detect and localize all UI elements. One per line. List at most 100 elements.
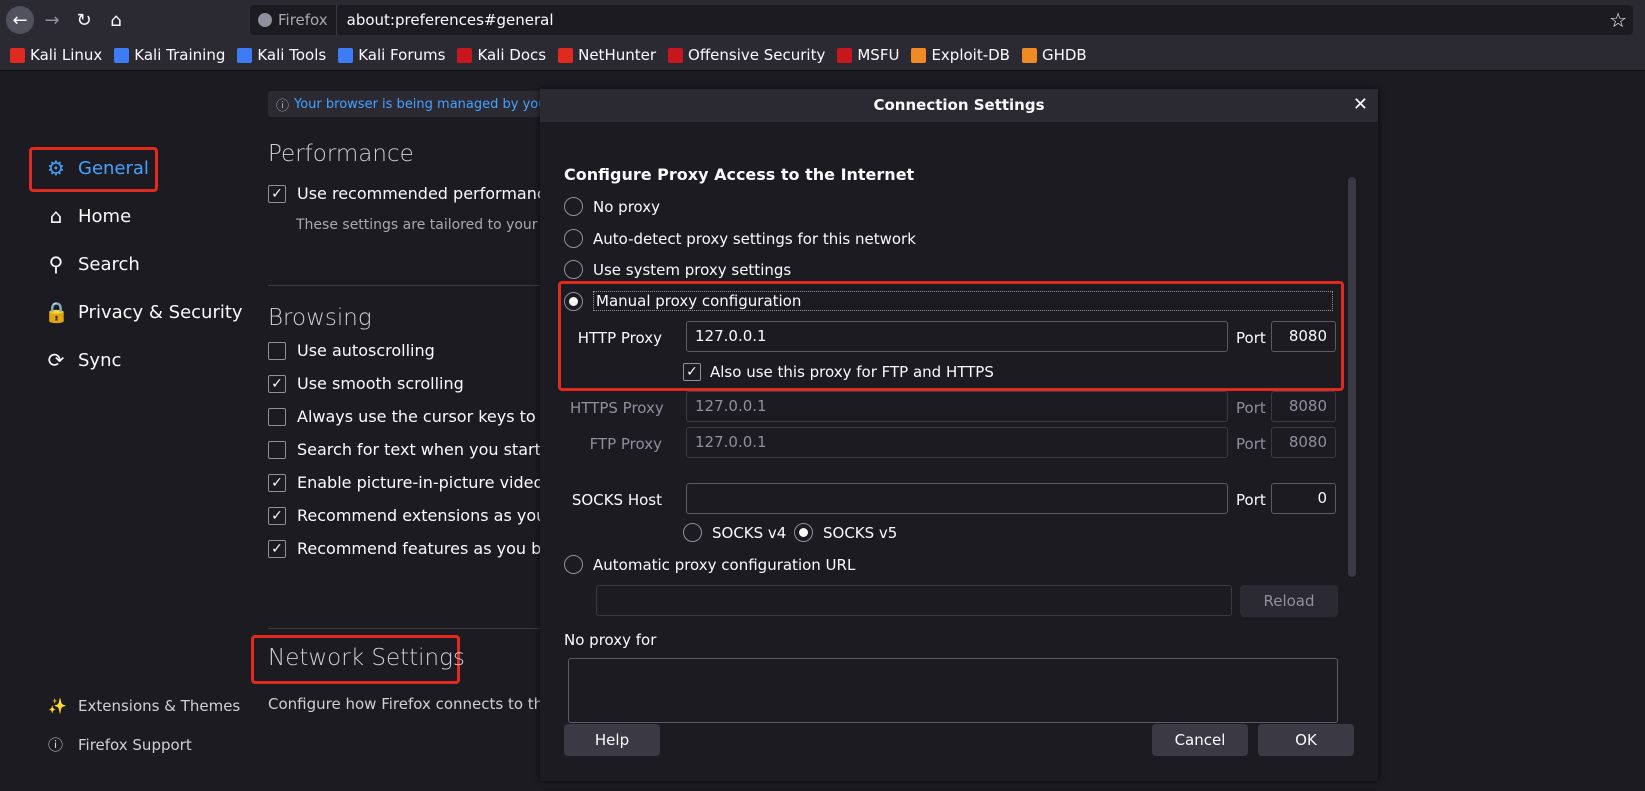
home-button[interactable]: ⌂	[102, 6, 130, 34]
http-proxy-input[interactable]: 127.0.0.1	[686, 321, 1228, 352]
managed-notice[interactable]: ⓘ Your browser is being managed by your	[268, 91, 548, 117]
performance-title: Performance	[268, 141, 414, 167]
bookmark-label: Offensive Security	[688, 46, 826, 64]
sidebar-item-label: Home	[78, 205, 132, 227]
socks-host-input[interactable]	[686, 483, 1228, 514]
browsing-option[interactable]: ✓ Recommend features as you brow	[268, 539, 570, 558]
option-label: Recommend features as you brow	[297, 539, 571, 558]
socks-v4-radio[interactable]: SOCKS v4	[683, 523, 786, 542]
back-button[interactable]: ←	[6, 6, 34, 34]
bookmark-item[interactable]: GHDB	[1021, 46, 1087, 64]
bookmark-label: GHDB	[1041, 46, 1087, 64]
bookmark-item[interactable]: NetHunter	[558, 46, 656, 64]
radio-label: Automatic proxy configuration URL	[593, 555, 856, 574]
bookmark-item[interactable]: Offensive Security	[668, 46, 825, 64]
radio-label: SOCKS v5	[823, 523, 898, 542]
checkbox[interactable]: ✓	[268, 184, 286, 203]
https-port-input[interactable]: 8080	[1271, 391, 1336, 422]
option-label: Recommend extensions as you bro	[297, 506, 578, 525]
bookmark-item[interactable]: Kali Linux	[10, 46, 102, 64]
extensions-themes-link[interactable]: ✨ Extensions & Themes	[48, 697, 240, 715]
sync-icon: ⟳	[47, 348, 65, 372]
support-label: Firefox Support	[78, 735, 192, 754]
socks-port-input[interactable]: 0	[1271, 483, 1336, 514]
browsing-option[interactable]: ✓ Recommend extensions as you bro	[268, 506, 578, 525]
checkbox[interactable]: ✓	[268, 374, 286, 393]
browsing-option[interactable]: ✓ Enable picture-in-picture video co	[268, 473, 567, 492]
bookmark-item[interactable]: Exploit-DB	[911, 46, 1010, 64]
radio[interactable]	[564, 555, 583, 574]
checkbox[interactable]: ✓	[683, 363, 701, 381]
ok-button[interactable]: OK	[1258, 724, 1354, 756]
forward-button[interactable]: →	[38, 6, 66, 34]
help-icon: ⓘ	[48, 736, 64, 754]
ftp-proxy-input[interactable]: 127.0.0.1	[686, 427, 1228, 458]
manual-proxy-radio[interactable]: Manual proxy configuration	[564, 291, 1333, 311]
help-button[interactable]: Help	[564, 724, 660, 756]
identity-box[interactable]: Firefox	[250, 5, 337, 35]
radio-label: Manual proxy configuration	[593, 291, 1333, 311]
radio[interactable]	[564, 291, 583, 311]
sidebar-item-search[interactable]: ⚲ Search	[44, 252, 140, 276]
bookmark-label: Exploit-DB	[931, 46, 1010, 64]
cancel-button[interactable]: Cancel	[1152, 724, 1248, 756]
bookmark-favicon-icon	[114, 47, 130, 63]
also-use-checkbox[interactable]: ✓ Also use this proxy for FTP and HTTPS	[683, 363, 994, 381]
bookmark-favicon-icon	[338, 47, 354, 63]
system-proxy-radio[interactable]: Use system proxy settings	[564, 260, 791, 279]
bookmark-item[interactable]: Kali Forums	[338, 46, 445, 64]
ftp-port-input[interactable]: 8080	[1271, 427, 1336, 458]
reload-button[interactable]: Reload	[1240, 585, 1338, 617]
radio[interactable]	[683, 523, 702, 542]
bookmark-item[interactable]: Kali Tools	[237, 46, 326, 64]
url-text[interactable]: about:preferences#general	[337, 11, 554, 29]
close-icon[interactable]: ✕	[1353, 94, 1368, 115]
bookmark-favicon-icon	[237, 47, 253, 63]
bookmark-item[interactable]: Kali Training	[114, 46, 225, 64]
browsing-option[interactable]: Use autoscrolling	[268, 341, 435, 360]
https-proxy-input[interactable]: 127.0.0.1	[686, 391, 1228, 422]
checkbox[interactable]	[268, 440, 286, 459]
radio[interactable]	[564, 197, 583, 216]
bookmark-label: Kali Docs	[477, 46, 547, 64]
star-icon[interactable]: ☆	[1609, 8, 1627, 32]
sidebar-item-label: Sync	[78, 349, 122, 371]
bookmark-label: Kali Tools	[257, 46, 327, 64]
sidebar-item-general[interactable]: ⚙ General	[44, 156, 149, 180]
sidebar-item-home[interactable]: ⌂ Home	[44, 204, 132, 228]
auto-url-radio[interactable]: Automatic proxy configuration URL	[564, 555, 855, 574]
radio[interactable]	[564, 229, 583, 248]
firefox-support-link[interactable]: ⓘ Firefox Support	[48, 734, 192, 755]
auto-detect-radio[interactable]: Auto-detect proxy settings for this netw…	[564, 229, 916, 248]
browsing-option[interactable]: Search for text when you start typ	[268, 440, 572, 459]
no-proxy-for-label: No proxy for	[564, 631, 657, 649]
navigation-toolbar: ← → ↻ ⌂ Firefox about:preferences#genera…	[0, 0, 1645, 40]
bookmark-item[interactable]: Kali Docs	[457, 46, 546, 64]
checkbox[interactable]	[268, 341, 286, 360]
separator	[268, 628, 548, 629]
radio[interactable]	[564, 260, 583, 279]
socks-v5-radio[interactable]: SOCKS v5	[794, 523, 897, 542]
checkbox[interactable]: ✓	[268, 473, 286, 492]
checkbox[interactable]: ✓	[268, 506, 286, 525]
sidebar-item-sync[interactable]: ⟳ Sync	[44, 348, 122, 372]
reload-button[interactable]: ↻	[70, 6, 98, 34]
performance-option[interactable]: ✓ Use recommended performance s	[268, 184, 569, 203]
url-bar[interactable]: Firefox about:preferences#general ☆	[250, 5, 1633, 35]
http-port-input[interactable]: 8080	[1271, 321, 1336, 352]
bookmark-item[interactable]: MSFU	[837, 46, 899, 64]
no-proxy-for-textarea[interactable]	[568, 658, 1338, 723]
sidebar-item-privacy[interactable]: 🔒 Privacy & Security	[44, 300, 243, 324]
browsing-option[interactable]: Always use the cursor keys to navi	[268, 407, 575, 426]
sidebar-item-label: General	[78, 157, 149, 179]
checkbox[interactable]: ✓	[268, 539, 286, 558]
checkbox[interactable]	[268, 407, 286, 426]
bookmark-favicon-icon	[457, 47, 473, 63]
browsing-option[interactable]: ✓ Use smooth scrolling	[268, 374, 464, 393]
radio[interactable]	[794, 523, 813, 542]
no-proxy-radio[interactable]: No proxy	[564, 197, 660, 216]
socks-host-label: SOCKS Host	[571, 491, 662, 509]
scrollbar[interactable]	[1348, 177, 1356, 577]
sidebar-item-label: Privacy & Security	[78, 301, 243, 323]
auto-url-input[interactable]	[596, 585, 1232, 616]
